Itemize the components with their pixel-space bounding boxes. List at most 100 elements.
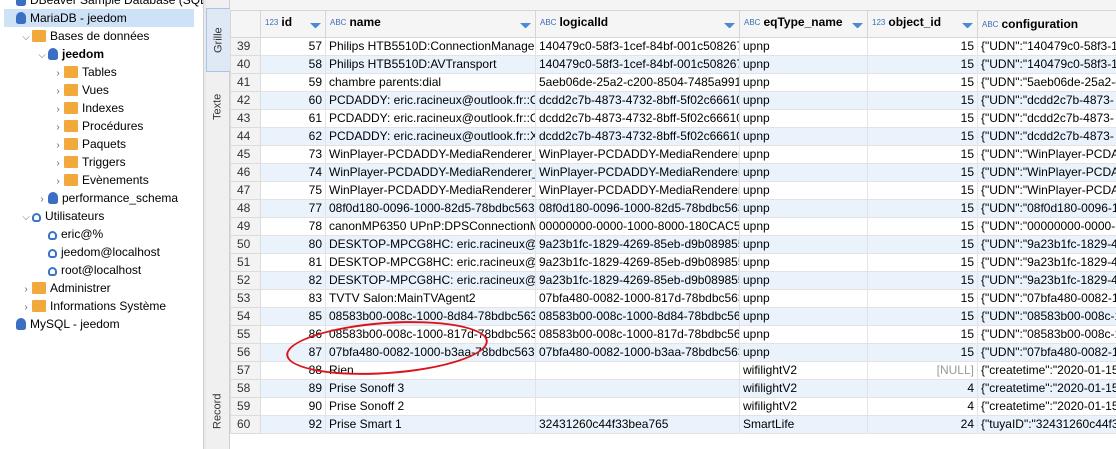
column-header-name[interactable]: ABC name [325,10,536,38]
tree-item[interactable]: jeedom@localhost [36,243,160,261]
tree-item[interactable]: › Triggers [52,153,125,171]
cell-eq[interactable]: upnp [739,289,868,308]
row-number[interactable]: 56 [230,343,261,362]
cell-eq[interactable]: upnp [739,199,868,218]
cell-obj[interactable]: 15 [867,307,978,326]
cell-conf[interactable]: {"createtime":"2020-01-15 [977,361,1116,380]
cell-eq[interactable]: upnp [739,343,868,362]
cell-name[interactable]: DESKTOP-MPCG8HC: eric.racineux@o [325,253,536,272]
cell-name[interactable]: chambre parents:dial [325,73,536,92]
cell-id[interactable]: 59 [260,73,326,92]
cell-name[interactable]: PCDADDY: eric.racineux@outlook.fr::C [325,91,536,110]
table-row[interactable]: 45 73 WinPlayer-PCDADDY-MediaRenderer_ WinP… [230,145,1116,164]
column-header-object_id[interactable]: 123 object_id [867,10,978,38]
cell-eq[interactable]: upnp [739,91,868,110]
table-row[interactable]: 41 59 chambre parents:dial 5aeb06de-25a2-c2… [230,73,1116,92]
column-header-logicalId[interactable]: ABC logicalId [535,10,740,38]
row-number[interactable]: 50 [230,235,261,254]
tree-item[interactable]: › Procédures [52,117,143,135]
cell-obj[interactable]: 15 [867,55,978,74]
tree-item[interactable]: › Informations Système [20,297,166,315]
cell-id[interactable]: 80 [260,235,326,254]
cell-id[interactable]: 87 [260,343,326,362]
row-number[interactable]: 46 [230,163,261,182]
row-number[interactable]: 39 [230,37,261,56]
cell-eq[interactable]: upnp [739,181,868,200]
cell-obj[interactable]: 15 [867,73,978,92]
filter-icon[interactable] [310,23,321,33]
cell-eq[interactable]: upnp [739,271,868,290]
cell-obj[interactable]: 15 [867,235,978,254]
cell-logical[interactable]: dcdd2c7b-4873-4732-8bff-5f02c66610 [535,91,740,110]
cell-name[interactable]: 07bfa480-0082-1000-b3aa-78bdbc563b [325,343,536,362]
table-row[interactable]: 43 61 PCDADDY: eric.racineux@outlook.fr::C… [230,109,1116,128]
cell-eq[interactable]: upnp [739,55,868,74]
cell-obj[interactable]: 15 [867,37,978,56]
cell-conf[interactable]: {"UDN":"dcdd2c7b-4873- [977,109,1116,128]
row-number[interactable]: 44 [230,127,261,146]
cell-conf[interactable]: {"UDN":"08583b00-008c-1 [977,325,1116,344]
row-number[interactable]: 58 [230,379,261,398]
cell-obj[interactable]: 24 [867,415,978,434]
table-row[interactable]: 51 81 DESKTOP-MPCG8HC: eric.racineux@o 9a23… [230,253,1116,272]
table-row[interactable]: 40 58 Philips HTB5510D:AVTransport 140479c0… [230,55,1116,74]
cell-eq[interactable]: upnp [739,127,868,146]
cell-obj[interactable]: 4 [867,397,978,416]
cell-eq[interactable]: wifilightV2 [739,397,868,416]
tree-item[interactable]: MariaDB - jeedom [4,9,194,27]
cell-eq[interactable]: upnp [739,37,868,56]
table-row[interactable]: 39 57 Philips HTB5510D:ConnectionManager 14… [230,37,1116,56]
cell-id[interactable]: 77 [260,199,326,218]
cell-id[interactable]: 57 [260,37,326,56]
row-number[interactable]: 41 [230,73,261,92]
tab-grid[interactable]: Grille [206,8,231,72]
table-row[interactable]: 44 62 PCDADDY: eric.racineux@outlook.fr::X… [230,127,1116,146]
cell-logical[interactable] [535,397,740,416]
cell-id[interactable]: 60 [260,91,326,110]
cell-name[interactable]: PCDADDY: eric.racineux@outlook.fr::X [325,127,536,146]
cell-id[interactable]: 62 [260,127,326,146]
row-number[interactable]: 52 [230,271,261,290]
cell-conf[interactable]: {"UDN":"07bfa480-0082-1 [977,289,1116,308]
tree-item[interactable]: root@localhost [36,261,141,279]
cell-logical[interactable] [535,361,740,380]
row-number[interactable]: 43 [230,109,261,128]
cell-eq[interactable]: upnp [739,253,868,272]
row-number[interactable]: 54 [230,307,261,326]
cell-logical[interactable]: 32431260c44f33bea765 [535,415,740,434]
tree-item[interactable]: › Evènements [52,171,148,189]
cell-obj[interactable]: 15 [867,163,978,182]
cell-conf[interactable]: {"UDN":"08f0d180-0096-1 [977,199,1116,218]
cell-eq[interactable]: upnp [739,163,868,182]
table-row[interactable]: 56 87 07bfa480-0082-1000-b3aa-78bdbc563b 07… [230,343,1116,362]
cell-eq[interactable]: wifilightV2 [739,361,868,380]
row-number[interactable]: 53 [230,289,261,308]
cell-conf[interactable]: {"UDN":"140479c0-58f3-1 [977,37,1116,56]
table-row[interactable]: 52 82 DESKTOP-MPCG8HC: eric.racineux@o 9a23… [230,271,1116,290]
cell-id[interactable]: 61 [260,109,326,128]
tree-item[interactable]: ⌵ Utilisateurs [20,207,104,225]
table-row[interactable]: 47 75 WinPlayer-PCDADDY-MediaRenderer_ WinP… [230,181,1116,200]
cell-logical[interactable]: dcdd2c7b-4873-4732-8bff-5f02c66610 [535,127,740,146]
cell-obj[interactable]: 15 [867,181,978,200]
cell-conf[interactable]: {"UDN":"140479c0-58f3-1 [977,55,1116,74]
cell-conf[interactable]: {"UDN":"9a23b1fc-1829-4 [977,271,1116,290]
cell-obj[interactable]: 15 [867,109,978,128]
tree-item[interactable]: ⌵ jeedom [36,45,104,63]
cell-logical[interactable]: 9a23b1fc-1829-4269-85eb-d9b0898551 [535,235,740,254]
table-row[interactable]: 59 90 Prise Sonoff 2 wifilightV2 4 {"createti… [230,397,1116,416]
cell-logical[interactable]: 07bfa480-0082-1000-817d-78bdbc563l [535,289,740,308]
tree-item[interactable]: DBeaver Sample Database (SQLit [4,0,203,9]
cell-logical[interactable]: 08583b00-008c-1000-8d84-78bdbc563 [535,307,740,326]
tab-text[interactable]: Texte [206,80,229,134]
cell-id[interactable]: 86 [260,325,326,344]
tree-item[interactable]: › Tables [52,63,116,81]
cell-id[interactable]: 58 [260,55,326,74]
tree-item[interactable]: › Paquets [52,135,126,153]
cell-name[interactable]: Prise Sonoff 2 [325,397,536,416]
table-row[interactable]: 57 88 Rien wifilightV2 [NULL] {"createtime":"… [230,361,1116,380]
row-number[interactable]: 45 [230,145,261,164]
cell-logical[interactable]: 140479c0-58f3-1cef-84bf-001c5082673 [535,37,740,56]
cell-id[interactable]: 83 [260,289,326,308]
cell-eq[interactable]: upnp [739,307,868,326]
